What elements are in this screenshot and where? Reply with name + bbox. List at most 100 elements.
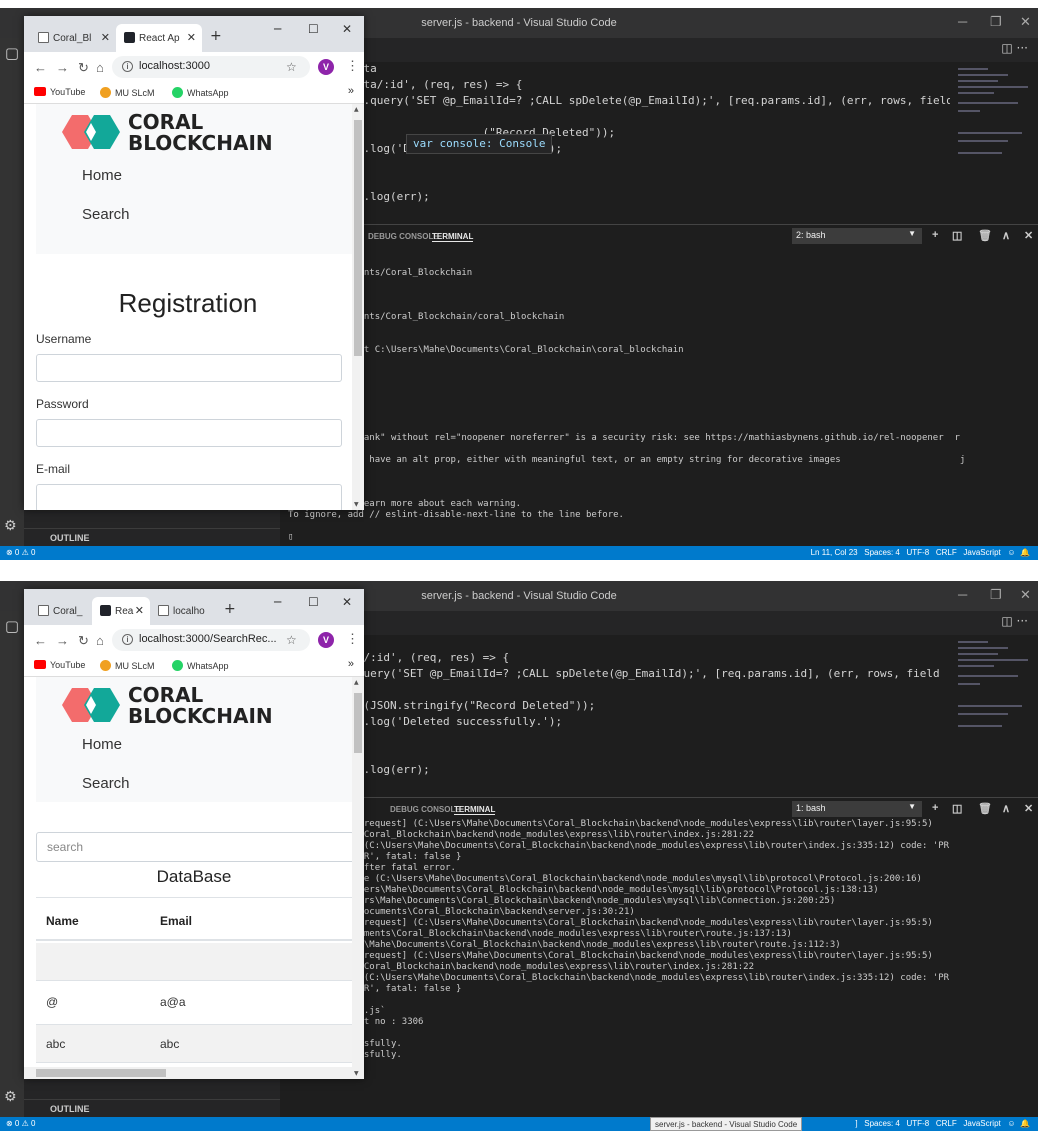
reload-icon[interactable]: ↻ bbox=[78, 633, 89, 649]
trash-icon[interactable]: 🗑 bbox=[978, 802, 992, 815]
close-icon[interactable]: ✕ bbox=[101, 31, 110, 44]
bookmark-whatsapp[interactable]: WhatsApp bbox=[172, 87, 229, 98]
back-icon[interactable]: ← bbox=[34, 60, 47, 75]
column-header[interactable]: Email bbox=[160, 914, 192, 928]
minimize-icon[interactable]: ─ bbox=[958, 587, 967, 602]
table-row[interactable]: abc abc 1 bbox=[36, 1025, 352, 1063]
reload-icon[interactable]: ↻ bbox=[78, 60, 89, 76]
home-icon[interactable]: ⌂ bbox=[96, 633, 104, 648]
bookmark-youtube[interactable]: YouTube bbox=[34, 87, 85, 97]
browser-tab[interactable]: Coral_ bbox=[30, 597, 92, 625]
outline-section[interactable]: OUTLINE bbox=[24, 528, 280, 546]
status-problems[interactable]: ⊗ 0 ⚠ 0 bbox=[6, 1119, 35, 1128]
bookmark-whatsapp[interactable]: WhatsApp bbox=[172, 660, 229, 671]
status-right[interactable]: ] Spaces: 4 UTF-8 CRLF JavaScript ☺ 🔔 bbox=[855, 1119, 1030, 1128]
nav-home[interactable]: Home bbox=[82, 736, 122, 753]
avatar[interactable]: V bbox=[318, 632, 334, 648]
url-field[interactable]: i localhost:3000/SearchRec... bbox=[112, 629, 310, 651]
split-icon[interactable]: ◫ bbox=[952, 802, 962, 815]
close-panel-icon[interactable]: ✕ bbox=[1024, 802, 1033, 815]
browser-tab[interactable]: localho bbox=[150, 597, 214, 625]
table-row[interactable]: @ a@a 1 bbox=[36, 981, 352, 1025]
nav-home[interactable]: Home bbox=[82, 167, 122, 184]
forward-icon[interactable]: → bbox=[56, 633, 69, 648]
plus-icon[interactable]: + bbox=[932, 802, 938, 814]
email-field[interactable] bbox=[36, 484, 342, 510]
close-icon[interactable]: ✕ bbox=[342, 595, 352, 609]
bookmark-muslcm[interactable]: MU SLcM bbox=[100, 660, 155, 671]
tab-debug-console[interactable]: DEBUG CONSOLE bbox=[368, 232, 439, 241]
minimap[interactable] bbox=[950, 62, 1038, 224]
new-tab-button[interactable]: + bbox=[224, 601, 236, 617]
maximize-icon[interactable]: ☐ bbox=[308, 22, 319, 36]
table-row[interactable] bbox=[36, 943, 352, 981]
bookmark-youtube[interactable]: YouTube bbox=[34, 660, 85, 670]
bookmark-muslcm[interactable]: MU SLcM bbox=[100, 87, 155, 98]
scroll-down-icon[interactable]: ▼ bbox=[354, 501, 359, 508]
terminal-output[interactable]: NGW64 ~/Documents/Coral_Blockchainckchai… bbox=[280, 246, 1038, 546]
split-editor-icon[interactable]: ◫ ··· bbox=[1001, 614, 1028, 628]
gear-icon[interactable]: ⚙ bbox=[4, 1089, 17, 1105]
tab-terminal[interactable]: TERMINAL bbox=[454, 805, 496, 815]
nav-search[interactable]: Search bbox=[82, 206, 130, 223]
username-field[interactable] bbox=[36, 354, 342, 382]
status-problems[interactable]: ⊗ 0 ⚠ 0 bbox=[6, 548, 35, 557]
vertical-scrollbar[interactable]: ▲ ▼ bbox=[352, 677, 364, 1079]
tab-terminal[interactable]: TERMINAL bbox=[432, 232, 474, 242]
code-editor[interactable]: e an user data ete('/userData/:id', (req… bbox=[280, 62, 950, 224]
terminal-output[interactable]: le [as handle_request] (C:\Users\Mahe\Do… bbox=[280, 819, 1038, 1117]
star-icon[interactable]: ☆ bbox=[286, 60, 297, 74]
split-icon[interactable]: ◫ bbox=[952, 229, 962, 242]
close-icon[interactable]: ✕ bbox=[342, 22, 352, 36]
nav-search[interactable]: Search bbox=[82, 775, 130, 792]
minimize-icon[interactable]: ─ bbox=[274, 22, 281, 36]
new-tab-button[interactable]: + bbox=[210, 28, 222, 44]
status-right[interactable]: Ln 11, Col 23 Spaces: 4 UTF-8 CRLF JavaS… bbox=[811, 548, 1030, 557]
scroll-up-icon[interactable]: ▲ bbox=[354, 679, 359, 686]
avatar[interactable]: V bbox=[318, 59, 334, 75]
tab-debug-console[interactable]: DEBUG CONSOLE bbox=[390, 805, 461, 814]
browser-tab-active[interactable]: React Ap ✕ bbox=[116, 24, 202, 52]
restore-icon[interactable]: ❐ bbox=[990, 587, 1002, 603]
explorer-icon[interactable]: ▢ bbox=[0, 617, 24, 635]
outline-section[interactable]: OUTLINE bbox=[24, 1099, 280, 1117]
column-header[interactable]: Name bbox=[46, 914, 79, 928]
explorer-icon[interactable]: ▢ bbox=[0, 44, 24, 62]
star-icon[interactable]: ☆ bbox=[286, 633, 297, 647]
chevron-up-icon[interactable]: ∧ bbox=[1002, 802, 1010, 815]
scroll-thumb[interactable] bbox=[36, 1069, 166, 1077]
back-icon[interactable]: ← bbox=[34, 633, 47, 648]
minimize-icon[interactable]: ─ bbox=[958, 14, 967, 29]
scroll-thumb[interactable] bbox=[354, 120, 362, 356]
terminal-select[interactable]: 2: bash ▼ bbox=[792, 228, 922, 244]
horizontal-scrollbar[interactable] bbox=[24, 1067, 352, 1079]
terminal-select[interactable]: 1: bash ▼ bbox=[792, 801, 922, 817]
restore-icon[interactable]: ❐ bbox=[990, 14, 1002, 30]
bookmarks-more[interactable]: » bbox=[348, 85, 354, 97]
bookmarks-more[interactable]: » bbox=[348, 658, 354, 670]
browser-tab-active[interactable]: Rea ✕ bbox=[92, 597, 150, 625]
close-icon[interactable]: ✕ bbox=[135, 604, 144, 617]
menu-icon[interactable]: ⋮ bbox=[346, 631, 359, 647]
home-icon[interactable]: ⌂ bbox=[96, 60, 104, 75]
plus-icon[interactable]: + bbox=[932, 229, 938, 241]
menu-icon[interactable]: ⋮ bbox=[346, 58, 359, 74]
chevron-up-icon[interactable]: ∧ bbox=[1002, 229, 1010, 242]
minimize-icon[interactable]: ─ bbox=[274, 595, 281, 609]
vertical-scrollbar[interactable]: ▲ ▼ bbox=[352, 104, 364, 510]
maximize-icon[interactable]: ☐ bbox=[308, 595, 319, 609]
minimap[interactable] bbox=[950, 635, 1038, 797]
split-editor-icon[interactable]: ◫ ··· bbox=[1001, 41, 1028, 55]
code-editor[interactable]: an user data e('/userData/:id', (req, re… bbox=[280, 635, 950, 797]
browser-tab[interactable]: Coral_Bl ✕ bbox=[30, 24, 116, 52]
close-icon[interactable]: ✕ bbox=[1020, 587, 1031, 603]
close-panel-icon[interactable]: ✕ bbox=[1024, 229, 1033, 242]
trash-icon[interactable]: 🗑 bbox=[978, 229, 992, 242]
close-icon[interactable]: ✕ bbox=[1020, 14, 1031, 30]
forward-icon[interactable]: → bbox=[56, 60, 69, 75]
gear-icon[interactable]: ⚙ bbox=[4, 518, 17, 534]
url-field[interactable]: i localhost:3000 bbox=[112, 56, 310, 78]
password-field[interactable] bbox=[36, 419, 342, 447]
scroll-up-icon[interactable]: ▲ bbox=[354, 106, 359, 113]
close-icon[interactable]: ✕ bbox=[187, 31, 196, 44]
